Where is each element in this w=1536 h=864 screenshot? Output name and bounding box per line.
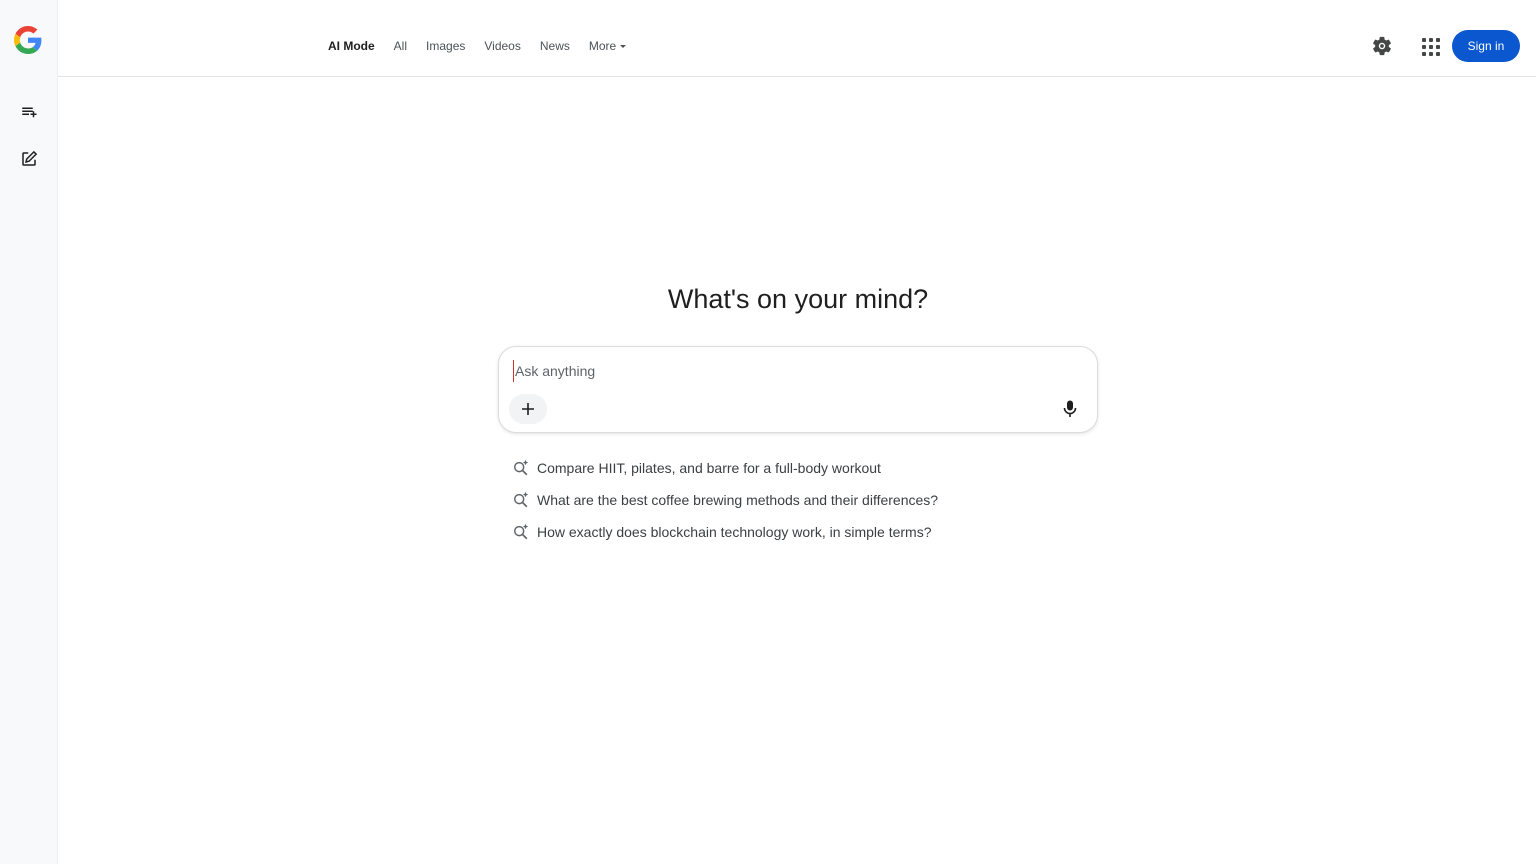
sparkle-search-icon: [513, 459, 529, 476]
tab-label: AI Mode: [328, 39, 375, 53]
page-title: What's on your mind?: [667, 284, 929, 314]
tab-images[interactable]: Images: [426, 39, 465, 53]
tab-news[interactable]: News: [540, 39, 570, 53]
tab-ai-mode[interactable]: AI Mode: [328, 39, 375, 53]
suggestion-text: What are the best coffee brewing methods…: [537, 492, 939, 508]
suggestion-text: Compare HIIT, pilates, and barre for a f…: [537, 460, 881, 476]
google-logo[interactable]: [14, 26, 42, 54]
microphone-icon[interactable]: [1059, 397, 1081, 421]
suggestion-item[interactable]: Compare HIIT, pilates, and barre for a f…: [512, 452, 1112, 484]
suggestion-list: Compare HIIT, pilates, and barre for a f…: [512, 452, 1112, 548]
caret-down-icon: [620, 44, 627, 48]
search-tabs: AI Mode All Images Videos News More: [328, 39, 645, 53]
edit-icon[interactable]: [15, 145, 43, 173]
suggestion-text: How exactly does blockchain technology w…: [537, 524, 932, 540]
tab-videos[interactable]: Videos: [484, 39, 520, 53]
plus-icon: [522, 403, 534, 415]
tab-label: News: [539, 39, 570, 53]
search-input[interactable]: [513, 360, 1053, 382]
tab-label: All: [393, 39, 408, 53]
playlist-add-icon[interactable]: [15, 98, 43, 126]
suggestion-item[interactable]: How exactly does blockchain technology w…: [512, 516, 1112, 548]
tab-label: Images: [426, 39, 466, 53]
sidebar: [0, 0, 58, 864]
search-box: [498, 346, 1098, 433]
apps-grid-icon[interactable]: [1420, 36, 1440, 56]
gear-icon[interactable]: [1371, 35, 1393, 57]
suggestion-item[interactable]: What are the best coffee brewing methods…: [512, 484, 1112, 516]
tab-all[interactable]: All: [394, 39, 407, 53]
header: AI Mode All Images Videos News More Sign…: [58, 0, 1536, 77]
sparkle-search-icon: [513, 491, 529, 508]
sparkle-search-icon: [513, 523, 529, 540]
add-attachment-button[interactable]: [509, 394, 547, 424]
tab-label: More: [588, 39, 617, 53]
tab-more[interactable]: More: [588, 39, 627, 53]
tab-label: Videos: [484, 39, 521, 53]
sign-in-button[interactable]: Sign in: [1452, 30, 1520, 62]
